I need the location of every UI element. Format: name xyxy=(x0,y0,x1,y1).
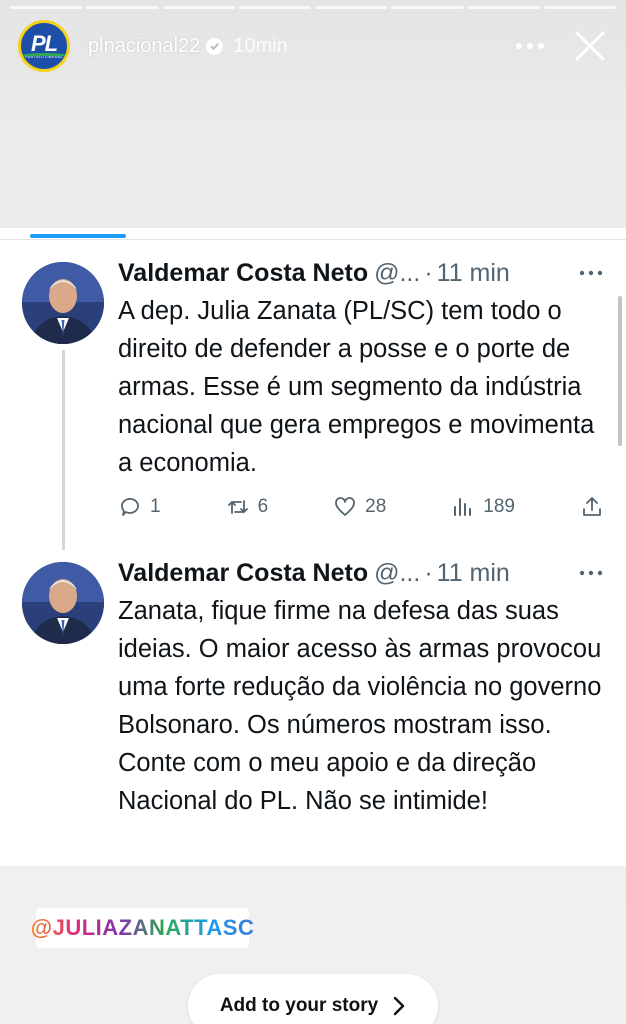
separator-dot: · xyxy=(424,258,433,287)
retweet-count: 6 xyxy=(257,496,269,517)
like-count: 28 xyxy=(365,496,387,517)
scrollbar xyxy=(618,296,622,446)
tweet-time[interactable]: 11 min xyxy=(437,259,510,288)
thread-connector-line xyxy=(62,350,65,550)
progress-segment xyxy=(467,6,540,9)
reply-count: 1 xyxy=(150,496,161,517)
progress-segment xyxy=(10,6,83,9)
more-options-icon[interactable] xyxy=(510,26,550,66)
tweet-screenshot-card: Valdemar Costa Neto @... · 11 min A dep.… xyxy=(0,228,626,866)
add-to-story-label: Add to your story xyxy=(219,995,379,1016)
tab-indicator xyxy=(30,234,126,238)
share-button[interactable] xyxy=(580,495,604,519)
account-name[interactable]: plnacional22 xyxy=(88,35,200,58)
mention-sticker[interactable]: @JULIAZANATTASC xyxy=(31,908,254,948)
retweet-icon xyxy=(227,500,248,514)
mention-text: @JULIAZANATTASC xyxy=(30,915,255,940)
tweet-header: Valdemar Costa Neto @... · 11 min xyxy=(118,558,606,588)
progress-segment xyxy=(315,6,388,9)
retweet-button[interactable]: 6 xyxy=(226,495,269,519)
like-button[interactable]: 28 xyxy=(333,495,386,519)
separator-dot: · xyxy=(424,558,433,587)
story-header: PL PARTIDO LIBERAL plnacional22 10min xyxy=(18,18,612,74)
share-icon xyxy=(583,497,601,516)
more-icon[interactable] xyxy=(576,563,606,583)
avatar[interactable] xyxy=(22,262,104,344)
author-handle[interactable]: @... xyxy=(374,559,420,588)
tweet-header: Valdemar Costa Neto @... · 11 min xyxy=(118,258,606,288)
progress-segment xyxy=(391,6,464,9)
views-button[interactable]: 189 xyxy=(451,495,515,519)
tab-divider xyxy=(0,239,626,240)
verified-badge-icon xyxy=(206,37,224,55)
progress-segment xyxy=(543,6,616,9)
tweet-text: A dep. Julia Zanata (PL/SC) tem todo o d… xyxy=(118,297,595,477)
reply-button[interactable]: 1 xyxy=(118,495,161,519)
tweet-actions: 1 6 28 189 xyxy=(118,492,604,522)
reply-icon xyxy=(121,498,139,516)
logo-swoosh xyxy=(21,53,67,63)
more-icon[interactable] xyxy=(576,263,606,283)
views-count: 189 xyxy=(483,496,515,517)
story-progress-bar xyxy=(10,6,616,9)
tweet-text: Zanata, fique firme na defesa das suas i… xyxy=(118,597,602,815)
author-name[interactable]: Valdemar Costa Neto xyxy=(118,259,368,288)
author-name[interactable]: Valdemar Costa Neto xyxy=(118,559,368,588)
avatar[interactable] xyxy=(22,562,104,644)
logo-text: PL xyxy=(30,30,58,56)
progress-segment xyxy=(162,6,235,9)
heart-icon xyxy=(335,497,356,516)
story-time: 10min xyxy=(233,34,288,57)
tweet-time[interactable]: 11 min xyxy=(437,559,510,588)
progress-segment xyxy=(86,6,159,9)
views-icon xyxy=(454,498,472,516)
add-to-story-button[interactable]: Add to your story xyxy=(188,974,438,1024)
chevron-right-icon xyxy=(393,996,405,1016)
account-avatar[interactable]: PL PARTIDO LIBERAL xyxy=(18,20,70,72)
author-handle[interactable]: @... xyxy=(374,259,420,288)
close-icon[interactable] xyxy=(568,24,612,68)
progress-segment xyxy=(238,6,311,9)
